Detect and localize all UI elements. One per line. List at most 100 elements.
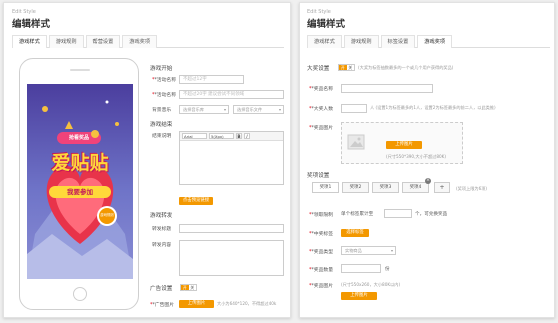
toggle-off: 关 (348, 65, 353, 70)
section-ad-setting: 广告设置 (150, 286, 173, 292)
select-value: 实物商品 (345, 248, 362, 253)
label-share-content: 转发内容 (152, 243, 172, 248)
big-prize-note: (大奖为标签抽数最多的一个或几个用户获得的奖品) (358, 65, 454, 70)
panel-eyebrow: Edit Style (12, 9, 36, 15)
toggle-off: 关 (190, 285, 195, 290)
tab-game-style[interactable]: 游戏样式 (307, 35, 342, 48)
editor-toolbar: Arial 5(Xpx) B I (180, 132, 283, 141)
ad-image-hint: 大小为640*120，不得超过40k (217, 301, 277, 306)
add-prize-button[interactable]: + (434, 182, 450, 193)
upload-ad-image-button[interactable]: 上传图片 (179, 300, 214, 308)
preview-headline: 爱贴贴 (51, 152, 109, 174)
chevron-down-icon: ▾ (223, 107, 226, 112)
panel-eyebrow: Edit Style (307, 9, 331, 15)
label-text: *大奖人数 (311, 107, 333, 112)
label-text: *奖品图片 (311, 126, 333, 131)
font-select[interactable]: Arial (182, 133, 207, 139)
upload-prize-image-button-2[interactable]: 上传图片 (341, 292, 377, 300)
label-text: *中奖标签 (311, 232, 333, 237)
condition-placeholder: 不超过20字 (183, 92, 207, 97)
label-text: *广告图片 (152, 303, 174, 308)
section-game-end: 游戏结束 (150, 122, 173, 128)
upload-prize-image-button[interactable]: 上传图片 (386, 141, 422, 149)
tab-prizes[interactable]: 游戏奖项 (417, 35, 453, 48)
prize-tab-3[interactable]: 奖项3 (372, 182, 399, 193)
section-game-share: 游戏转发 (150, 213, 173, 219)
italic-button[interactable]: I (244, 133, 250, 139)
close-icon[interactable]: × (425, 178, 431, 184)
tab-bar: 游戏样式 游戏规则 标签设置 游戏奖项 (307, 35, 550, 48)
prize-type-select[interactable]: 实物商品 ▾ (341, 246, 396, 255)
big-prize-toggle[interactable]: 开启关 (338, 64, 355, 75)
claim-limit-input[interactable] (384, 209, 412, 218)
activity-name-input[interactable]: 不超过12字 (179, 75, 244, 84)
label-text: *奖品数量 (311, 268, 333, 273)
label-prize-type: **奖品类型 (309, 250, 333, 255)
end-description-editor[interactable]: Arial 5(Xpx) B I (179, 131, 284, 185)
label-activity-name: **活动名称 (152, 78, 176, 83)
label-background-music: 背景音乐 (152, 108, 172, 113)
left-editor-panel: Edit Style 编辑样式 游戏样式 游戏规则 帮营设置 游戏奖项 抢看奖品… (3, 2, 291, 318)
tab-tag-settings[interactable]: 标签设置 (380, 35, 416, 48)
label-text: *领取限制 (311, 213, 333, 218)
right-editor-panel: Edit Style 编辑样式 游戏样式 游戏规则 标签设置 游戏奖项 大奖设置… (299, 2, 555, 318)
label-prize-image-2: **奖品图片 (309, 284, 333, 289)
big-prize-count-input[interactable] (341, 104, 367, 113)
tab-game-style[interactable]: 游戏样式 (12, 35, 47, 48)
tab-settings[interactable]: 帮营设置 (85, 35, 121, 48)
preview-screen: 抢看奖品 爱贴贴 我要参加 游戏规则 (27, 84, 133, 279)
label-text: *奖品名称 (311, 87, 333, 92)
music-file-select[interactable]: 选择音乐文件 ▾ (233, 105, 284, 114)
tab-game-rules[interactable]: 游戏规则 (343, 35, 379, 48)
join-button[interactable]: 我要参加 (49, 186, 111, 198)
prize-tab-2[interactable]: 奖项2 (342, 182, 369, 193)
ad-toggle[interactable]: 开启关 (180, 284, 197, 295)
toggle-on: 开启 (181, 285, 189, 295)
preview-badge: 抢看奖品 (68, 135, 89, 141)
tab-game-rules[interactable]: 游戏规则 (48, 35, 84, 48)
section-game-start: 游戏开始 (150, 66, 173, 72)
section-big-prize: 大奖设置 (307, 66, 330, 72)
claim-limit-text: 单个标签累计至 (341, 212, 374, 217)
share-title-input[interactable] (179, 224, 284, 233)
label-end-description: 结束说明 (152, 134, 172, 139)
claim-limit-suffix: 个，可兑换奖品 (415, 212, 448, 217)
image-placeholder-icon (347, 134, 365, 150)
music-library-select[interactable]: 选择音乐库 ▾ (179, 105, 229, 114)
prize-name-input[interactable] (341, 84, 433, 93)
toggle-on: 开启 (339, 65, 347, 75)
label-winning-tag: **中奖标签 (309, 232, 333, 237)
panel-title: 编辑样式 (307, 19, 346, 30)
label-activity-condition: **活动名称 (152, 93, 176, 98)
bold-button[interactable]: B (236, 133, 242, 139)
phone-speaker (70, 69, 90, 71)
big-prize-count-hint: 人 (设置1为标签最多的1人，设置2为标签最多的前二人，以此类推) (370, 105, 496, 110)
font-size-select[interactable]: 5(Xpx) (209, 133, 234, 139)
label-prize-image: **奖品图片 (309, 126, 333, 131)
share-content-textarea[interactable] (179, 240, 284, 276)
activity-condition-input[interactable]: 不超过20字 建议尝试不同领域 (179, 90, 284, 99)
prize-tab-4[interactable]: 奖项4 (402, 182, 429, 193)
chevron-down-icon: ▾ (278, 107, 281, 112)
phone-preview: 抢看奖品 爱贴贴 我要参加 游戏规则 (19, 58, 139, 310)
label-prize-quantity: **奖品数量 (309, 268, 333, 273)
preview-link-button[interactable]: 点击预览链接 (179, 197, 213, 205)
prize-image-uploader[interactable]: 上传图片 (尺寸550*390,大小不超过80K) (341, 122, 463, 164)
home-button-icon (73, 287, 87, 301)
label-claim-limit: **领取限制 (309, 213, 333, 218)
select-tag-button[interactable]: 选择标签 (341, 229, 369, 237)
select-value: 选择音乐库 (183, 107, 204, 112)
condition-placeholder-extra: 建议尝试不同领域 (208, 92, 245, 97)
prize-image-hint-2: (尺寸550x260，大小80K以内) (341, 282, 401, 287)
quantity-unit: 份 (385, 267, 390, 272)
prize-limit-hint: (奖项上限为6项) (456, 186, 488, 191)
rules-badge[interactable]: 游戏规则 (100, 213, 114, 217)
prize-tab-1[interactable]: 奖项1 (312, 182, 339, 193)
preview-artwork (27, 84, 133, 279)
prize-image-hint: (尺寸550*390,大小不超过80K) (386, 154, 447, 159)
chevron-down-icon: ▾ (390, 248, 393, 253)
label-big-prize-count: **大奖人数 (309, 107, 333, 112)
tab-prizes[interactable]: 游戏奖项 (122, 35, 158, 48)
prize-quantity-input[interactable] (341, 264, 381, 273)
label-share-title: 转发标题 (152, 227, 172, 232)
